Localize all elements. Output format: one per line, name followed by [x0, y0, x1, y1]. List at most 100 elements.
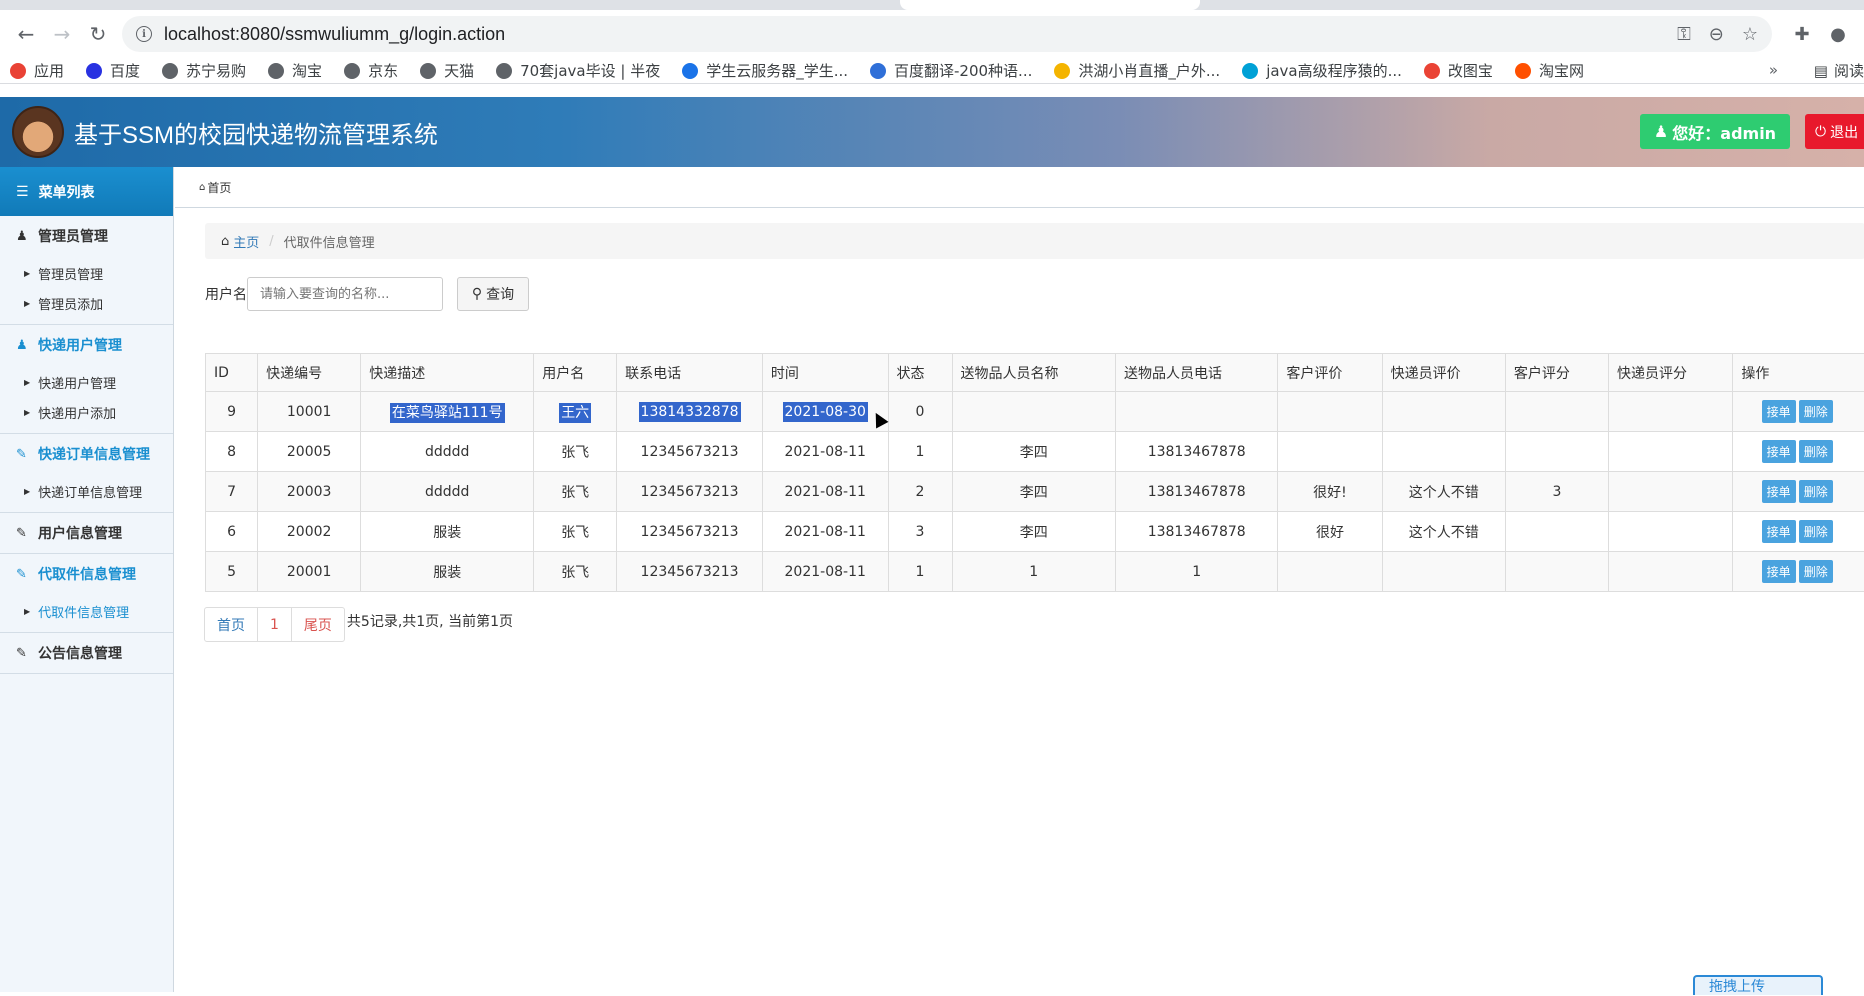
table-cell: 很好 [1278, 512, 1382, 552]
sidebar-group: ✎快递订单信息管理▶快递订单信息管理 [0, 434, 173, 513]
reload-icon[interactable]: ↻ [80, 16, 116, 52]
bookmark-item[interactable]: 改图宝 [1424, 60, 1493, 81]
bookmark-item[interactable]: java高级程序猿的... [1242, 60, 1402, 81]
list-icon: ☰ [16, 184, 29, 200]
sidebar-group-title[interactable]: ✎ 用户信息管理 [0, 513, 173, 553]
delete-button[interactable]: 删除 [1799, 560, 1833, 583]
bookmark-item[interactable]: 应用 [10, 60, 64, 81]
sidebar-submenu: ▶快递订单信息管理 [0, 474, 173, 512]
table-cell: 很好! [1278, 472, 1382, 512]
cell-value: 这个人不错 [1409, 485, 1479, 501]
search-button[interactable]: ⚲ 查询 [457, 277, 529, 311]
table-cell: 3 [888, 512, 952, 552]
sidebar-group: ♟快递用户管理▶快递用户管理▶快递用户添加 [0, 325, 173, 434]
site-info-icon[interactable]: i [136, 26, 152, 42]
sidebar-item[interactable]: ▶管理员管理 [0, 258, 173, 288]
sidebar-group-title[interactable]: ♟快递用户管理 [0, 325, 173, 365]
table-cell: 2021-08-11 [762, 512, 888, 552]
breadcrumb-home-link[interactable]: 主页 [233, 232, 259, 251]
bookmark-label: 百度 [110, 60, 140, 81]
table-cell-actions: 接单删除 [1733, 512, 1864, 552]
sidebar-item[interactable]: ▶快递用户管理 [0, 367, 173, 397]
table-cell: ddddd [361, 432, 534, 472]
bookmark-item[interactable]: 学生云服务器_学生... [682, 60, 848, 81]
table-cell: 2021-08-11 [762, 472, 888, 512]
last-page-link[interactable]: 尾页 [291, 607, 345, 642]
table-cell: 李四 [952, 512, 1116, 552]
delete-button[interactable]: 删除 [1799, 480, 1833, 503]
bookmark-item[interactable]: 苏宁易购 [162, 60, 246, 81]
cell-value: 12345673213 [641, 564, 739, 580]
edit-icon: ✎ [16, 526, 30, 541]
user-icon: ♟ [16, 338, 30, 353]
back-icon[interactable]: ← [8, 16, 44, 52]
cell-value: 13813467878 [1148, 444, 1246, 460]
star-icon[interactable]: ☆ [1742, 24, 1758, 45]
table-cell [1608, 392, 1732, 432]
reading-list-icon: ▤ [1814, 62, 1828, 80]
bookmark-icon [162, 63, 178, 79]
sidebar-group-label: 代取件信息管理 [38, 564, 136, 584]
first-page-link[interactable]: 首页 [204, 607, 258, 642]
drag-upload-button[interactable]: 拖拽上传 [1693, 975, 1823, 995]
accept-button[interactable]: 接单 [1762, 560, 1796, 583]
bookmark-item[interactable]: 百度翻译-200种语... [870, 60, 1032, 81]
sidebar-item[interactable]: ▶快递用户添加 [0, 397, 173, 427]
pagination: 首页 1 尾页 共5记录,共1页, 当前第1页 [205, 607, 513, 642]
bookmark-item[interactable]: 天猫 [420, 60, 474, 81]
sidebar-item[interactable]: ▶快递订单信息管理 [0, 476, 173, 506]
table-cell: 张飞 [534, 552, 617, 592]
sidebar-item[interactable]: ▶代取件信息管理 [0, 596, 173, 626]
bookmark-item[interactable]: 70套java毕设 | 半夜 [496, 60, 660, 81]
sidebar-group-title[interactable]: ✎快递订单信息管理 [0, 434, 173, 474]
bookmark-label: 应用 [34, 60, 64, 81]
page-1-link[interactable]: 1 [257, 607, 292, 642]
column-header: 快递编号 [258, 354, 361, 392]
sidebar: ☰ 菜单列表 ♟管理员管理▶管理员管理▶管理员添加♟快递用户管理▶快递用户管理▶… [0, 167, 174, 992]
key-icon[interactable]: ⚿ [1677, 24, 1691, 45]
browser-toolbar: ← → ↻ i localhost:8080/ssmwuliumm_g/logi… [0, 10, 1864, 58]
bookmark-item[interactable]: 百度 [86, 60, 140, 81]
top-crumb-label[interactable]: 首页 [207, 179, 231, 196]
column-header: 快递员评分 [1608, 354, 1732, 392]
table-row: 520001服装张飞123456732132021-08-11111接单删除 [206, 552, 1864, 592]
bookmark-item[interactable]: 淘宝网 [1515, 60, 1584, 81]
user-greeting-button[interactable]: ♟ 您好：admin [1640, 114, 1790, 149]
forward-icon[interactable]: → [44, 16, 80, 52]
accept-button[interactable]: 接单 [1762, 400, 1796, 423]
sidebar-group-label: 用户信息管理 [38, 523, 122, 543]
active-tab[interactable] [900, 0, 1200, 10]
reading-list-button[interactable]: ▤阅读 [1806, 60, 1864, 81]
accept-button[interactable]: 接单 [1762, 440, 1796, 463]
delete-button[interactable]: 删除 [1799, 440, 1833, 463]
logout-button[interactable]: ⏻ 退出 [1805, 114, 1864, 149]
extensions-icon[interactable]: ✚ [1784, 16, 1820, 52]
url-text[interactable]: localhost:8080/ssmwuliumm_g/login.action [164, 24, 1659, 45]
sidebar-group: ✎代取件信息管理▶代取件信息管理 [0, 554, 173, 633]
sidebar-group-title[interactable]: ♟管理员管理 [0, 216, 173, 256]
cell-value: 2021-08-11 [785, 564, 866, 580]
sidebar-item-label: 快递用户添加 [38, 403, 116, 422]
sidebar-group-title[interactable]: ✎公告信息管理 [0, 633, 173, 673]
bookmark-item[interactable]: 淘宝 [268, 60, 322, 81]
bookmark-item[interactable]: 洪湖小肖直播_户外... [1054, 60, 1220, 81]
sidebar-group-title[interactable]: ✎代取件信息管理 [0, 554, 173, 594]
accept-button[interactable]: 接单 [1762, 480, 1796, 503]
profile-icon[interactable]: ● [1820, 16, 1856, 52]
search-input[interactable] [247, 277, 443, 311]
cell-value: 0 [916, 404, 925, 420]
bookmark-item[interactable]: 京东 [344, 60, 398, 81]
sidebar-group-label: 公告信息管理 [38, 643, 122, 663]
sidebar-item[interactable]: ▶管理员添加 [0, 288, 173, 318]
bookmark-label: 洪湖小肖直播_户外... [1078, 60, 1220, 81]
delete-button[interactable]: 删除 [1799, 400, 1833, 423]
breadcrumb-current: 代取件信息管理 [284, 232, 375, 251]
accept-button[interactable]: 接单 [1762, 520, 1796, 543]
table-cell: 王六 [534, 392, 617, 432]
zoom-icon[interactable]: ⊖ [1709, 24, 1724, 45]
delete-button[interactable]: 删除 [1799, 520, 1833, 543]
address-bar[interactable]: i localhost:8080/ssmwuliumm_g/login.acti… [122, 16, 1772, 52]
bookmarks-overflow-icon[interactable]: » [1769, 61, 1778, 79]
sidebar-submenu: ▶代取件信息管理 [0, 594, 173, 632]
pickup-table: ID快递编号快递描述用户名联系电话时间状态送物品人员名称送物品人员电话客户评价快… [205, 353, 1864, 592]
